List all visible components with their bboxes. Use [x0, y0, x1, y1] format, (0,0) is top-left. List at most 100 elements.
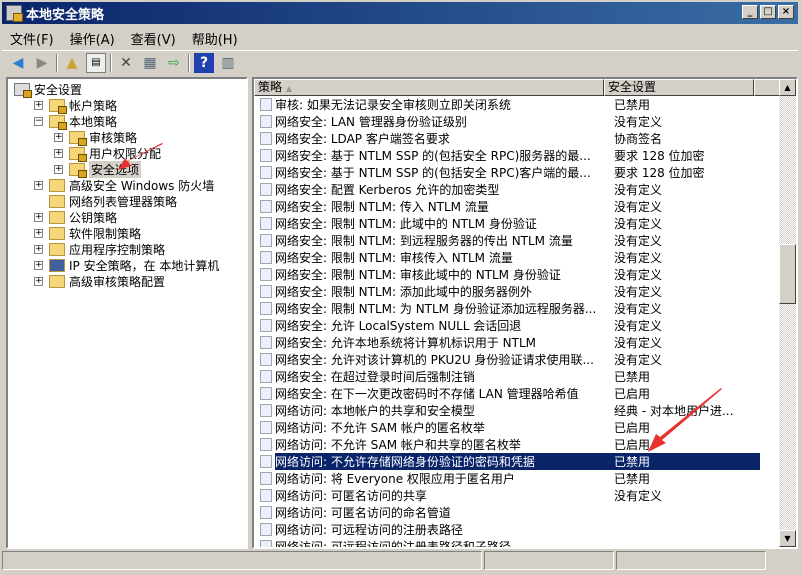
tree-item-label: 用户权限分配 — [89, 146, 162, 161]
policy-row[interactable]: 网络安全: 基于 NTLM SSP 的(包括安全 RPC)服务器的最... 要求 … — [254, 147, 782, 164]
policy-row[interactable]: 网络安全: 允许本地系统将计算机标识用于 NTLM 没有定义 — [254, 334, 782, 351]
folder-icon — [49, 258, 65, 272]
menu-action[interactable]: 操作(A) — [62, 27, 123, 48]
policy-icon — [260, 319, 272, 332]
policy-name: 网络安全: 限制 NTLM: 审核传入 NTLM 流量 — [275, 251, 513, 265]
tree-item[interactable]: 安全设置 — [14, 81, 82, 98]
column-header-setting[interactable]: 安全设置 — [604, 79, 754, 96]
scroll-thumb[interactable] — [779, 244, 796, 304]
policy-row[interactable]: 网络安全: 允许对该计算机的 PKU2U 身份验证请求使用联... 没有定义 — [254, 351, 782, 368]
expand-toggle-icon[interactable]: + — [54, 164, 63, 174]
tree-item[interactable]: + 高级安全 Windows 防火墙 — [34, 177, 214, 193]
folder-icon — [49, 226, 65, 240]
tree-item[interactable]: 网络列表管理器策略 — [34, 193, 177, 209]
policy-name: 网络安全: 在下一次更改密码时不存储 LAN 管理器哈希值 — [275, 387, 579, 401]
policy-row[interactable]: 网络安全: 在下一次更改密码时不存储 LAN 管理器哈希值 已启用 — [254, 385, 782, 402]
policy-icon — [260, 523, 272, 536]
forward-icon[interactable]: ▶ — [32, 53, 52, 73]
policy-name: 网络安全: 允许本地系统将计算机标识用于 NTLM — [275, 336, 537, 350]
policy-row[interactable]: 审核: 如果无法记录安全审核则立即关闭系统 已禁用 — [254, 96, 782, 113]
policy-row[interactable]: 网络访问: 不允许存储网络身份验证的密码和凭据 已禁用 — [254, 453, 782, 470]
scroll-up-button[interactable]: ▲ — [779, 79, 796, 96]
policy-row[interactable]: 网络访问: 不允许 SAM 帐户的匿名枚举 已启用 — [254, 419, 782, 436]
policy-row[interactable]: 网络访问: 本地帐户的共享和安全模型 经典 - 对本地用户进... — [254, 402, 782, 419]
policy-row[interactable]: 网络安全: 在超过登录时间后强制注销 已禁用 — [254, 368, 782, 385]
menu-view[interactable]: 查看(V) — [123, 27, 184, 48]
policy-name: 审核: 如果无法记录安全审核则立即关闭系统 — [275, 98, 511, 112]
maximize-button[interactable]: □ — [760, 5, 776, 19]
export-list-icon[interactable]: ⇨ — [164, 53, 184, 73]
policy-name: 网络安全: 配置 Kerberos 允许的加密类型 — [275, 183, 500, 197]
menu-help[interactable]: 帮助(H) — [184, 27, 246, 48]
toolbar-separator — [188, 53, 190, 72]
policy-setting: 协商签名 — [614, 132, 663, 146]
policy-row[interactable]: 网络安全: 限制 NTLM: 审核传入 NTLM 流量 没有定义 — [254, 249, 782, 266]
policy-row[interactable]: 网络安全: LDAP 客户端签名要求 协商签名 — [254, 130, 782, 147]
policy-row[interactable]: 网络安全: LAN 管理器身份验证级别 没有定义 — [254, 113, 782, 130]
scroll-down-button[interactable]: ▼ — [779, 530, 796, 547]
policy-row[interactable]: 网络安全: 限制 NTLM: 添加此域中的服务器例外 没有定义 — [254, 283, 782, 300]
policy-setting: 已启用 — [614, 421, 651, 435]
policy-row[interactable]: 网络安全: 限制 NTLM: 为 NTLM 身份验证添加远程服务器... 没有定义 — [254, 300, 782, 317]
policy-icon — [260, 166, 272, 179]
tree-item[interactable]: + 用户权限分配 — [54, 145, 162, 162]
policy-row[interactable]: 网络安全: 限制 NTLM: 审核此域中的 NTLM 身份验证 没有定义 — [254, 266, 782, 283]
tree-item[interactable]: + IP 安全策略，在 本地计算机 — [34, 257, 219, 273]
policy-row[interactable]: 网络安全: 限制 NTLM: 此域中的 NTLM 身份验证 没有定义 — [254, 215, 782, 232]
tree-item[interactable]: + 应用程序控制策略 — [34, 241, 165, 257]
toolbar-separator — [110, 53, 112, 72]
folder-icon — [49, 194, 65, 208]
tree-item[interactable]: − 本地策略 — [34, 113, 117, 130]
up-folder-icon[interactable]: ▲ — [62, 53, 82, 73]
menu-file[interactable]: 文件(F) — [2, 27, 62, 48]
expand-toggle-icon[interactable]: + — [34, 100, 43, 110]
policy-row[interactable]: 网络访问: 不允许 SAM 帐户和共享的匿名枚举 已启用 — [254, 436, 782, 453]
policy-setting: 没有定义 — [614, 200, 663, 214]
tree-item[interactable]: + 帐户策略 — [34, 97, 117, 114]
policy-setting: 没有定义 — [614, 251, 663, 265]
column-header-policy[interactable]: 策略 ▲ — [254, 79, 604, 96]
properties-icon[interactable]: ▦ — [140, 53, 160, 73]
policy-icon — [260, 98, 272, 111]
console-icon[interactable]: ▥ — [218, 53, 238, 73]
tree-item-label: 高级审核策略配置 — [69, 274, 166, 289]
policy-row[interactable]: 网络安全: 配置 Kerberos 允许的加密类型 没有定义 — [254, 181, 782, 198]
expand-toggle-icon[interactable]: + — [54, 148, 63, 158]
expand-toggle-icon[interactable]: + — [34, 212, 43, 222]
expand-toggle-icon[interactable]: − — [34, 116, 43, 126]
tree-item[interactable]: + 审核策略 — [54, 129, 137, 146]
policy-row[interactable]: 网络安全: 基于 NTLM SSP 的(包括安全 RPC)客户端的最... 要求 … — [254, 164, 782, 181]
folder-icon — [49, 178, 65, 192]
show-hide-tree-icon[interactable]: ▤ — [86, 52, 106, 73]
policy-row[interactable]: 网络安全: 限制 NTLM: 到远程服务器的传出 NTLM 流量 没有定义 — [254, 232, 782, 249]
policy-row[interactable]: 网络访问: 可远程访问的注册表路径 — [254, 521, 782, 538]
tree-item[interactable]: + 公钥策略 — [34, 209, 117, 225]
expand-toggle-icon[interactable]: + — [34, 276, 43, 286]
tree-item[interactable]: + 安全选项 — [54, 160, 142, 178]
policy-row[interactable]: 网络安全: 限制 NTLM: 传入 NTLM 流量 没有定义 — [254, 198, 782, 215]
policy-row[interactable]: 网络安全: 允许 LocalSystem NULL 会话回退 没有定义 — [254, 317, 782, 334]
expand-toggle-icon[interactable]: + — [34, 228, 43, 238]
policy-row[interactable]: 网络访问: 可匿名访问的共享 没有定义 — [254, 487, 782, 504]
tree-item[interactable]: + 软件限制策略 — [34, 225, 141, 241]
policy-icon — [260, 336, 272, 349]
delete-icon[interactable]: ✕ — [116, 53, 136, 73]
expand-toggle-icon[interactable]: + — [54, 132, 63, 142]
policy-name: 网络访问: 不允许存储网络身份验证的密码和凭据 — [275, 453, 610, 470]
policy-row[interactable]: 网络访问: 可匿名访问的命名管道 — [254, 504, 782, 521]
policy-setting: 没有定义 — [614, 336, 663, 350]
expand-toggle-icon[interactable]: + — [34, 180, 43, 190]
policy-row[interactable]: 网络访问: 可远程访问的注册表路径和子路径 — [254, 538, 782, 547]
expand-toggle-icon[interactable]: + — [34, 244, 43, 254]
status-bar — [2, 551, 798, 571]
vertical-scrollbar[interactable]: ▲ ▼ — [779, 79, 796, 547]
policy-setting: 没有定义 — [614, 353, 663, 367]
tree-item[interactable]: + 高级审核策略配置 — [34, 273, 165, 289]
minimize-button[interactable]: _ — [742, 5, 758, 19]
close-button[interactable]: × — [778, 5, 794, 19]
policy-row[interactable]: 网络访问: 将 Everyone 权限应用于匿名用户 已禁用 — [254, 470, 782, 487]
help-icon[interactable]: ? — [194, 52, 214, 73]
expand-toggle-icon[interactable]: + — [34, 260, 43, 270]
tree-item-label: IP 安全策略，在 本地计算机 — [69, 258, 220, 273]
back-icon[interactable]: ◀ — [8, 53, 28, 73]
